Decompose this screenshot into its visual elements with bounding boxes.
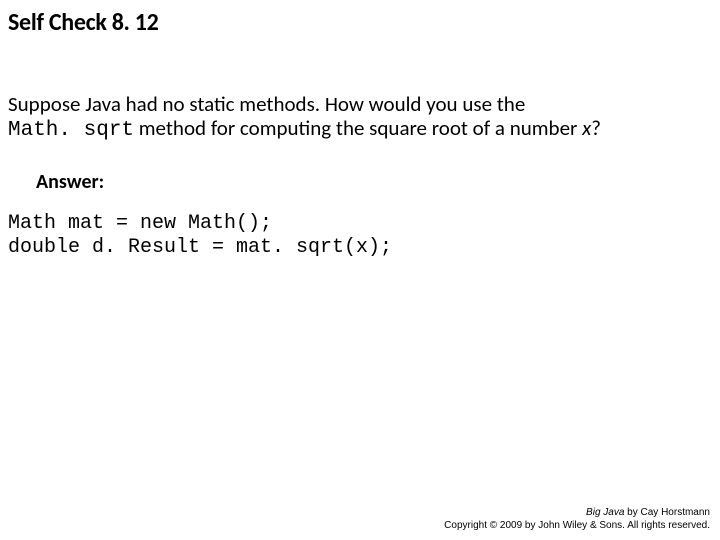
page-title: Self Check 8. 12 xyxy=(8,8,159,37)
question-part1: Suppose Java had no static methods. How … xyxy=(8,91,525,117)
question-part3: ? xyxy=(591,115,601,141)
code-block: Math mat = new Math(); double d. Result … xyxy=(8,212,392,260)
code-line: double d. Result = mat. sqrt(x); xyxy=(8,236,392,259)
code-line: Math mat = new Math(); xyxy=(8,212,272,235)
slide: Self Check 8. 12 Suppose Java had no sta… xyxy=(0,0,720,540)
footer-byline: by Cay Horstmann xyxy=(624,507,710,518)
footer-copyright: Copyright © 2009 by John Wiley & Sons. A… xyxy=(444,520,710,531)
question-var: x xyxy=(582,115,591,141)
question-block: Suppose Java had no static methods. How … xyxy=(8,92,708,143)
question-code: Math. sqrt xyxy=(8,119,134,142)
answer-label: Answer: xyxy=(36,170,104,194)
footer: Big Java by Cay Horstmann Copyright © 20… xyxy=(444,507,710,532)
question-part2: method for computing the square root of … xyxy=(139,115,582,141)
footer-book: Big Java xyxy=(586,507,624,518)
